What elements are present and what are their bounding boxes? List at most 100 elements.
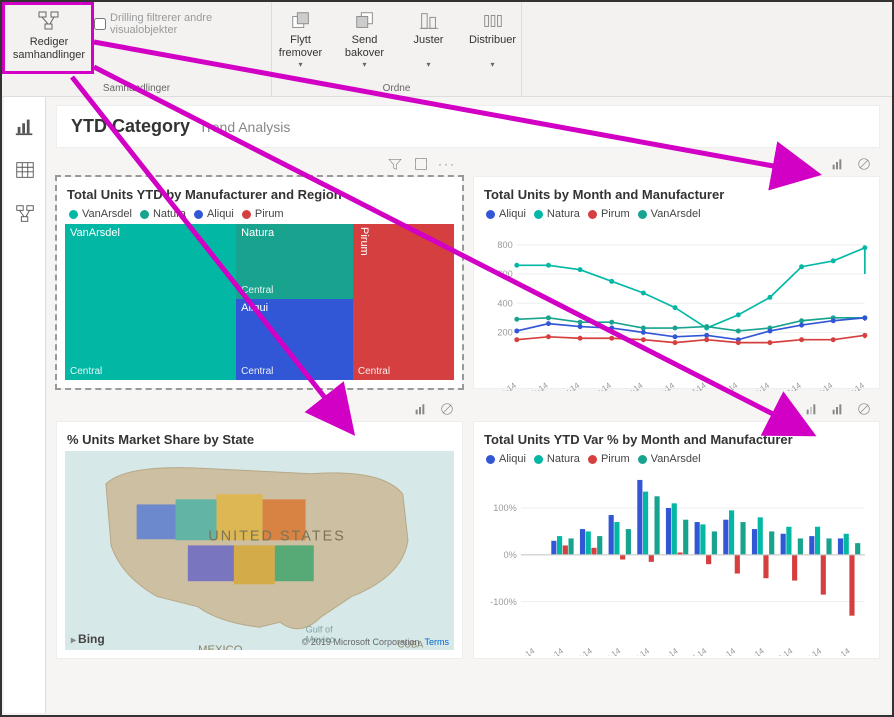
interaction-none-icon-bar[interactable] [853,399,875,419]
visual-treemap[interactable]: ··· Total Units YTD by Manufacturer and … [56,176,463,389]
line-title: Total Units by Month and Manufacturer [484,187,871,202]
distribute-icon [481,10,505,32]
svg-text:Sep-14: Sep-14 [744,381,771,391]
legend4-pirum: Pirum [601,453,630,465]
line-legend: Aliqui Natura Pirum VanArsdel [486,208,871,220]
distribute-label: Distribuer [469,34,516,47]
data-view-button[interactable] [14,159,36,181]
map-attribution: © 2019 Microsoft Corporation Terms [302,637,449,647]
ribbon-group-interactions-label: Samhandlinger [2,83,271,94]
svg-text:Feb-14: Feb-14 [539,646,566,656]
svg-text:Oct-14: Oct-14 [777,381,803,391]
svg-text:-100%: -100% [490,597,517,607]
interaction-none-icon-map[interactable] [436,399,458,419]
map-copyright: © 2019 Microsoft Corporation [302,637,420,647]
send-backward-label: Send bakover [345,34,384,60]
page-title: YTD Category [71,116,190,136]
svg-text:800: 800 [497,240,512,250]
align-button[interactable]: Juster▾ [398,6,460,74]
tm-pirum-region: Central [358,366,390,377]
tm-natura-region: Central [241,285,273,296]
map-title: % Units Market Share by State [67,432,454,447]
page-subtitle: Trend Analysis [199,119,290,135]
tm-aliqui-region: Central [241,366,273,377]
tm-aliqui: Aliqui [241,302,268,314]
svg-text:Nov-14: Nov-14 [808,381,835,391]
legend2-pirum: Pirum [601,208,630,220]
bing-logo: Bing [71,632,105,646]
svg-text:Oct-14: Oct-14 [769,646,795,656]
visual-line-chart[interactable]: Total Units by Month and Manufacturer Al… [473,176,880,389]
more-icon[interactable]: ··· [436,154,458,174]
svg-text:Mar-14: Mar-14 [555,381,582,391]
svg-text:Apr-14: Apr-14 [588,381,614,391]
bring-forward-label: Flytt fremover [279,34,322,60]
svg-text:0%: 0% [504,550,517,560]
bar-title: Total Units YTD Var % by Month and Manuf… [484,432,871,447]
treemap-title: Total Units YTD by Manufacturer and Regi… [67,187,454,202]
legend-aliqui: Aliqui [207,208,234,220]
svg-text:400: 400 [497,298,512,308]
map-body: UNITED STATES MEXICO Gulf of Mexico CUBA… [65,451,454,650]
line-chart-body: 800 600 400 200 Jan-14 Feb-14 Mar-14 Apr-14May-… [482,224,871,391]
report-canvas: YTD Category Trend Analysis ··· Total Un… [46,97,890,713]
legend-vanarsdel: VanArsdel [82,208,132,220]
svg-text:Aug-14: Aug-14 [713,381,740,391]
svg-text:Jun-14: Jun-14 [654,646,680,656]
bring-forward-icon [289,10,313,32]
interaction-filter-icon[interactable] [827,154,849,174]
bring-forward-button[interactable]: Flytt fremover▾ [270,6,332,74]
interaction-none-icon[interactable] [853,154,875,174]
svg-text:Feb-14: Feb-14 [523,381,550,391]
svg-text:600: 600 [497,269,512,279]
svg-text:Jul-14: Jul-14 [685,646,709,656]
svg-text:Jan-14: Jan-14 [511,646,537,656]
svg-text:Nov-14: Nov-14 [796,646,823,656]
svg-text:Jun-14: Jun-14 [651,381,677,391]
svg-text:Mar-14: Mar-14 [567,646,594,656]
focus-icon[interactable] [410,154,432,174]
legend4-natura: Natura [547,453,580,465]
svg-text:May-14: May-14 [624,646,652,656]
svg-text:Dec-14: Dec-14 [825,646,852,656]
svg-text:100%: 100% [493,503,517,513]
map-label-gulf: Gulf of [306,624,334,634]
legend-natura: Natura [153,208,186,220]
svg-text:200: 200 [497,327,512,337]
visual-map[interactable]: % Units Market Share by State UNITED STA… [56,421,463,659]
interaction-filter-icon-bar[interactable] [827,399,849,419]
svg-text:May-14: May-14 [617,381,645,391]
map-terms-link[interactable]: Terms [425,637,450,647]
legend2-vanarsdel: VanArsdel [651,208,701,220]
ribbon-group-arrange-label: Ordne [272,83,521,94]
filter-icon[interactable] [384,154,406,174]
bar-chart-body: 100%0%-100%Jan-14Feb-14Mar-14Apr-14May-1… [482,469,871,656]
svg-text:Sep-14: Sep-14 [739,646,766,656]
drill-filter-checkbox[interactable]: Drilling filtrerer andre visualobjekter [88,6,263,42]
send-backward-button[interactable]: Send bakover▾ [334,6,396,74]
treemap-legend: VanArsdel Natura Aliqui Pirum [69,208,454,220]
interaction-filter-icon-map[interactable] [410,399,432,419]
legend2-aliqui: Aliqui [499,208,526,220]
model-view-button[interactable] [14,203,36,225]
interaction-highlight-icon[interactable] [801,399,823,419]
legend4-vanarsdel: VanArsdel [651,453,701,465]
visual-bar-chart[interactable]: Total Units YTD Var % by Month and Manuf… [473,421,880,659]
tm-natura: Natura [241,227,274,239]
legend2-natura: Natura [547,208,580,220]
tm-pirum: Pirum [358,227,370,256]
distribute-button[interactable]: Distribuer▾ [462,6,524,74]
legend4-aliqui: Aliqui [499,453,526,465]
svg-text:Aug-14: Aug-14 [710,646,737,656]
tm-vanarsdel: VanArsdel [70,227,120,239]
report-view-button[interactable] [14,115,36,137]
page-title-container: YTD Category Trend Analysis [56,105,880,148]
send-backward-icon [353,10,377,32]
drill-filter-input[interactable] [94,18,106,30]
edit-interactions-label: Rediger samhandlinger [13,36,85,62]
interactions-icon [35,10,63,34]
map-label-us: UNITED STATES [208,528,346,544]
edit-interactions-button[interactable]: Rediger samhandlinger [10,6,88,66]
left-nav-rail [4,97,46,713]
svg-text:Jan-14: Jan-14 [492,381,518,391]
